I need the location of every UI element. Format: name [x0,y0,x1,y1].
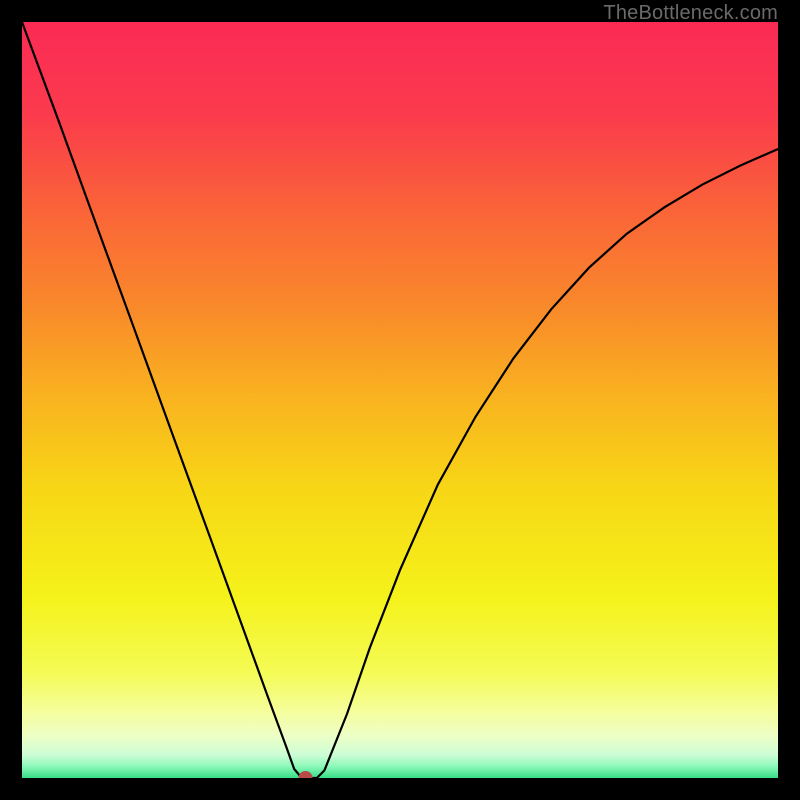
bottleneck-curve-chart [22,22,778,778]
plot-area [22,22,778,778]
chart-frame: TheBottleneck.com [0,0,800,800]
attribution-text: TheBottleneck.com [603,2,778,25]
gradient-background [22,22,778,778]
